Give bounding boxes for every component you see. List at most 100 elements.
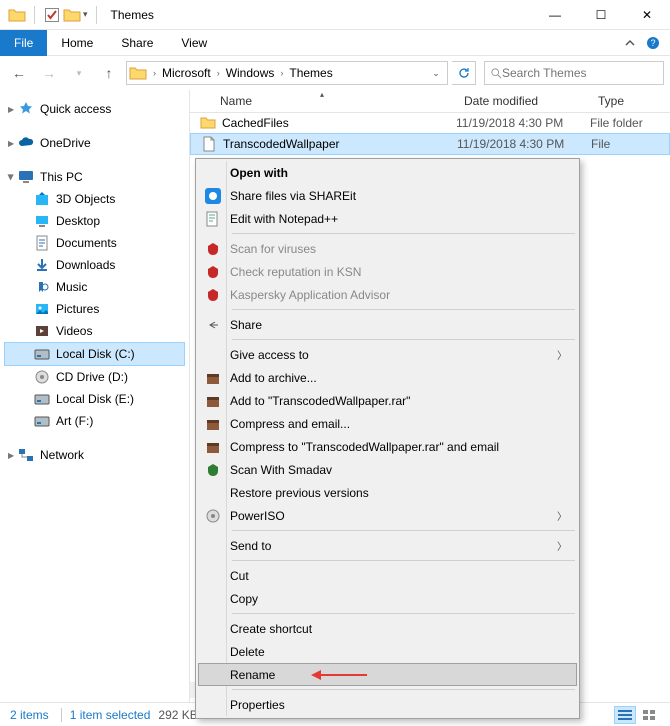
titlebar: ▾ Themes — ☐ ✕: [0, 0, 670, 30]
checkbox-checked-icon[interactable]: [43, 6, 61, 24]
sidebar-item[interactable]: 3D Objects: [4, 188, 185, 210]
menu-add-archive[interactable]: Add to archive...: [198, 366, 577, 389]
chevron-right-icon[interactable]: ›: [151, 68, 158, 78]
sidebar-item[interactable]: Pictures: [4, 298, 185, 320]
minimize-button[interactable]: —: [532, 0, 578, 30]
sidebar-item[interactable]: Art (F:): [4, 410, 185, 432]
file-date: 11/19/2018 4:30 PM: [457, 137, 591, 151]
refresh-button[interactable]: [452, 61, 476, 85]
search-input[interactable]: [502, 66, 657, 80]
column-headers: Name ▴ Date modified Type: [190, 90, 670, 113]
menu-poweriso[interactable]: PowerISO〉: [198, 504, 577, 527]
drive-icon: [34, 279, 50, 295]
menu-delete[interactable]: Delete: [198, 640, 577, 663]
column-type[interactable]: Type: [590, 94, 670, 108]
breadcrumb[interactable]: Microsoft: [158, 66, 215, 80]
sidebar-item-label: Art (F:): [56, 414, 93, 428]
search-icon: [491, 67, 502, 80]
menu-create-shortcut[interactable]: Create shortcut: [198, 617, 577, 640]
sidebar-item-label: Downloads: [56, 258, 115, 272]
separator: [232, 309, 575, 310]
folder-icon[interactable]: [63, 6, 81, 24]
search-box[interactable]: [484, 61, 664, 85]
status-size: 292 KB: [158, 708, 197, 722]
menu-properties[interactable]: Properties: [198, 693, 577, 716]
sidebar-item-label: OneDrive: [40, 136, 91, 150]
column-date[interactable]: Date modified: [456, 94, 590, 108]
menu-notepadpp[interactable]: Edit with Notepad++: [198, 207, 577, 230]
winrar-icon: [202, 416, 224, 432]
menu-compress-email[interactable]: Compress and email...: [198, 412, 577, 435]
menu-share[interactable]: Share: [198, 313, 577, 336]
menu-restore[interactable]: Restore previous versions: [198, 481, 577, 504]
sidebar-item[interactable]: Desktop: [4, 210, 185, 232]
share-tab[interactable]: Share: [107, 30, 167, 56]
sidebar-item[interactable]: CD Drive (D:): [4, 366, 185, 388]
chevron-right-icon[interactable]: ›: [215, 68, 222, 78]
file-row[interactable]: CachedFiles11/19/2018 4:30 PMFile folder: [190, 113, 670, 133]
svg-text:?: ?: [650, 38, 655, 48]
menu-shareit[interactable]: Share files via SHAREit: [198, 184, 577, 207]
chevron-right-icon[interactable]: ▶: [8, 105, 14, 114]
up-button[interactable]: ↑: [96, 60, 122, 86]
sidebar-item[interactable]: Music: [4, 276, 185, 298]
menu-add-rar[interactable]: Add to "TranscodedWallpaper.rar": [198, 389, 577, 412]
separator: [232, 233, 575, 234]
sidebar-item-quick-access[interactable]: ▶ Quick access: [4, 98, 185, 120]
menu-kav-advisor[interactable]: Kaspersky Application Advisor: [198, 283, 577, 306]
home-tab[interactable]: Home: [47, 30, 107, 56]
sidebar-item[interactable]: Documents: [4, 232, 185, 254]
menu-cut[interactable]: Cut: [198, 564, 577, 587]
sidebar-item[interactable]: Local Disk (E:): [4, 388, 185, 410]
expand-ribbon-icon[interactable]: [624, 37, 646, 49]
history-dropdown-icon[interactable]: ⌄: [427, 68, 445, 79]
context-menu: Open with Share files via SHAREit Edit w…: [195, 158, 580, 719]
menu-open-with[interactable]: Open with: [198, 161, 577, 184]
sidebar-item-this-pc[interactable]: ▶ This PC: [4, 166, 185, 188]
sidebar-item-label: Music: [56, 280, 87, 294]
folder-icon: [200, 115, 216, 131]
address-bar[interactable]: › Microsoft › Windows › Themes ⌄: [126, 61, 448, 85]
navigation-pane[interactable]: ▶ Quick access ▶ OneDrive ▶ This PC 3D O…: [0, 90, 190, 702]
menu-check-ksn[interactable]: Check reputation in KSN: [198, 260, 577, 283]
file-row[interactable]: TranscodedWallpaper11/19/2018 4:30 PMFil…: [190, 133, 670, 155]
sidebar-item-network[interactable]: ▶ Network: [4, 444, 185, 466]
menu-smadav[interactable]: Scan With Smadav: [198, 458, 577, 481]
network-icon: [18, 447, 34, 463]
icons-view-button[interactable]: [638, 706, 660, 724]
sidebar-item-onedrive[interactable]: ▶ OneDrive: [4, 132, 185, 154]
menu-scan-virus[interactable]: Scan for viruses: [198, 237, 577, 260]
separator: [232, 339, 575, 340]
qat-dropdown-icon[interactable]: ▾: [83, 9, 88, 20]
kaspersky-icon: [202, 288, 224, 302]
chevron-right-icon[interactable]: ▶: [8, 139, 14, 148]
column-name[interactable]: Name ▴: [190, 94, 456, 108]
breadcrumb[interactable]: Themes: [285, 66, 336, 80]
close-button[interactable]: ✕: [624, 0, 670, 30]
details-view-button[interactable]: [614, 706, 636, 724]
help-button[interactable]: ?: [646, 36, 670, 50]
view-tab[interactable]: View: [167, 30, 221, 56]
menu-compress-rar-email[interactable]: Compress to "TranscodedWallpaper.rar" an…: [198, 435, 577, 458]
chevron-right-icon[interactable]: ▶: [8, 451, 14, 460]
breadcrumb[interactable]: Windows: [222, 66, 279, 80]
menu-copy[interactable]: Copy: [198, 587, 577, 610]
back-button[interactable]: ←: [6, 60, 32, 86]
chevron-down-icon[interactable]: ▶: [7, 174, 16, 180]
separator: [232, 689, 575, 690]
chevron-right-icon[interactable]: ›: [278, 68, 285, 78]
recent-dropdown-icon[interactable]: ▾: [66, 60, 92, 86]
maximize-button[interactable]: ☐: [578, 0, 624, 30]
menu-rename[interactable]: Rename: [198, 663, 577, 686]
file-tab[interactable]: File: [0, 30, 47, 56]
menu-send-to[interactable]: Send to〉: [198, 534, 577, 557]
kaspersky-icon: [202, 265, 224, 279]
file-list[interactable]: CachedFiles11/19/2018 4:30 PMFile folder…: [190, 113, 670, 155]
sidebar-item[interactable]: Downloads: [4, 254, 185, 276]
drive-icon: [34, 213, 50, 229]
forward-button[interactable]: →: [36, 60, 62, 86]
sidebar-item[interactable]: Videos: [4, 320, 185, 342]
sidebar-item[interactable]: Local Disk (C:): [4, 342, 185, 366]
window-controls: — ☐ ✕: [532, 0, 670, 30]
menu-give-access[interactable]: Give access to〉: [198, 343, 577, 366]
